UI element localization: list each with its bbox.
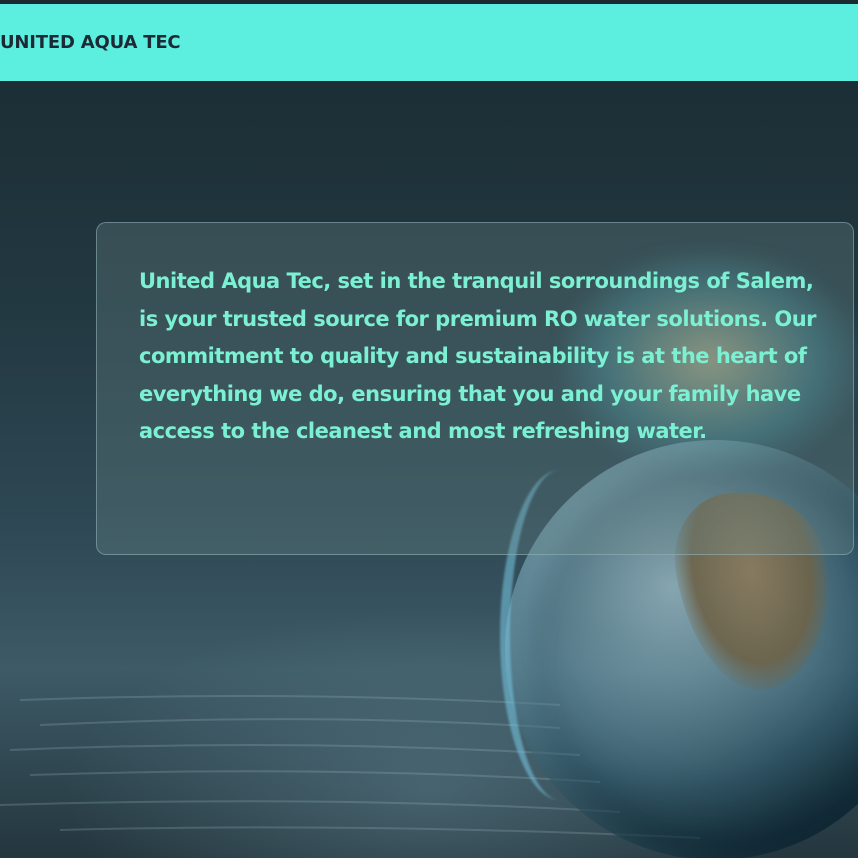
hero-card: United Aqua Tec, set in the tranquil sor… [96,222,854,555]
brand-name[interactable]: UNITED AQUA TEC [0,32,181,53]
hero-description: United Aqua Tec, set in the tranquil sor… [139,269,817,444]
site-header: UNITED AQUA TEC [0,4,858,81]
page: UNITED AQUA TEC United Aqua Tec, set in … [0,0,858,858]
